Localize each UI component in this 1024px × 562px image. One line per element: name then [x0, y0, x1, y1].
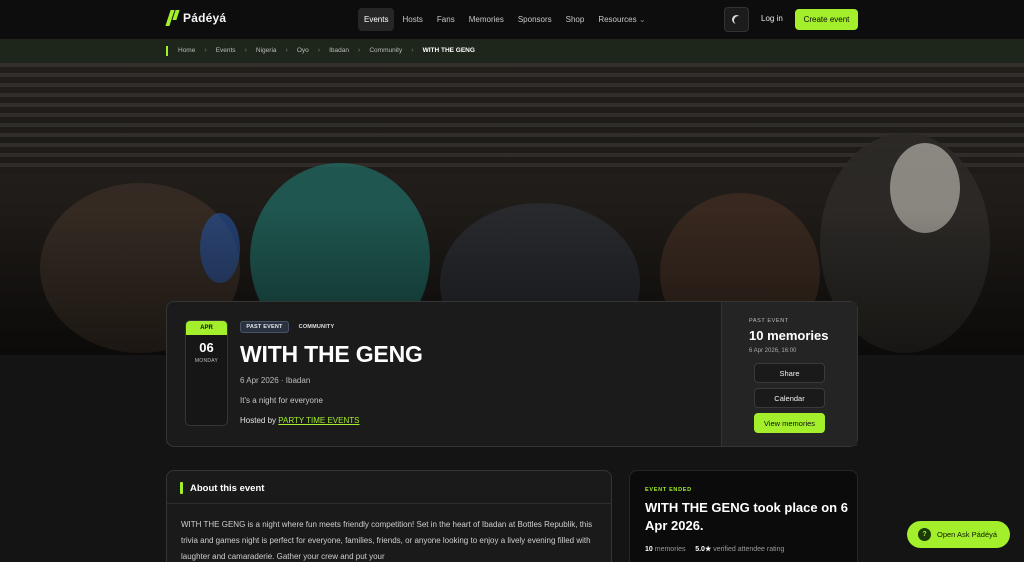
- breadcrumb-events[interactable]: Events: [216, 47, 236, 54]
- event-title: WITH THE GENG: [240, 341, 423, 367]
- chevron-right-icon: ›: [358, 47, 361, 54]
- nav-resources[interactable]: Resources ⌄: [592, 8, 651, 31]
- event-host: Hosted by PARTY TIME EVENTS: [240, 416, 359, 425]
- category-badge[interactable]: COMMUNITY: [294, 321, 339, 333]
- calendar-button[interactable]: Calendar: [754, 388, 825, 408]
- breadcrumb-city[interactable]: Ibadan: [329, 47, 349, 54]
- logo-text: Pádéyá: [183, 11, 227, 25]
- about-title: About this event: [190, 483, 265, 494]
- chevron-right-icon: ›: [204, 47, 207, 54]
- ended-title: WITH THE GENG took place on 6 Apr 2026.: [645, 500, 848, 533]
- help-icon: ?: [918, 528, 931, 541]
- about-body: WITH THE GENG is a night where fun meets…: [181, 520, 593, 561]
- ended-memories-count: 10: [645, 546, 653, 553]
- share-button[interactable]: Share: [754, 363, 825, 383]
- main-menu: Events Hosts Fans Memories Sponsors Shop…: [358, 8, 652, 31]
- date-badge: APR 06 MONDAY: [185, 320, 228, 426]
- nav-sponsors[interactable]: Sponsors: [512, 8, 558, 31]
- ended-memories-label: memories: [654, 546, 686, 553]
- view-memories-button[interactable]: View memories: [754, 413, 825, 433]
- chevron-down-icon: ⌄: [638, 15, 646, 24]
- ended-stats: 10 memories 5.0★ verified attendee ratin…: [645, 545, 784, 553]
- event-description: It's a night for everyone: [240, 396, 323, 405]
- breadcrumb-accent: [166, 46, 168, 56]
- logo[interactable]: Pádéyá: [165, 10, 227, 26]
- about-header: About this event: [167, 471, 611, 504]
- breadcrumb-state[interactable]: Oyo: [297, 47, 309, 54]
- nav-memories[interactable]: Memories: [463, 8, 510, 31]
- event-datetime: 6 Apr 2026, 16:00: [749, 348, 797, 354]
- nav-fans[interactable]: Fans: [431, 8, 461, 31]
- ended-rating-label: verified attendee rating: [713, 546, 785, 553]
- date-day: 06: [199, 340, 214, 355]
- breadcrumb-current: WITH THE GENG: [422, 47, 475, 54]
- nav-events[interactable]: Events: [358, 8, 395, 31]
- ended-label: EVENT ENDED: [645, 487, 692, 493]
- memories-count: 10 memories: [749, 328, 829, 343]
- breadcrumb-home[interactable]: Home: [178, 47, 195, 54]
- breadcrumb-category[interactable]: Community: [369, 47, 402, 54]
- chevron-right-icon: ›: [244, 47, 247, 54]
- side-status-label: PAST EVENT: [749, 318, 789, 324]
- ask-assistant-button[interactable]: ? Open Ask Pádéyá: [907, 521, 1010, 548]
- breadcrumb-bar: [0, 39, 1024, 63]
- chevron-right-icon: ›: [411, 47, 414, 54]
- host-link[interactable]: PARTY TIME EVENTS: [278, 416, 359, 425]
- nav-resources-label: Resources: [598, 15, 637, 24]
- top-nav: Pádéyá Events Hosts Fans Memories Sponso…: [0, 0, 1024, 39]
- chevron-right-icon: ›: [285, 47, 288, 54]
- date-weekday: MONDAY: [194, 358, 219, 364]
- about-section: About this event WITH THE GENG is a nigh…: [166, 470, 612, 562]
- nav-hosts[interactable]: Hosts: [396, 8, 428, 31]
- logo-icon: [165, 10, 180, 26]
- theme-toggle-button[interactable]: [724, 7, 749, 32]
- ask-label: Open Ask Pádéyá: [937, 530, 998, 539]
- breadcrumb: Home › Events › Nigeria › Oyo › Ibadan › Comm…: [178, 47, 475, 54]
- about-accent: [180, 482, 183, 494]
- chevron-right-icon: ›: [317, 47, 321, 54]
- past-event-badge: PAST EVENT: [240, 321, 289, 333]
- login-link[interactable]: Log in: [761, 14, 783, 23]
- hosted-by-label: Hosted by: [240, 416, 277, 425]
- create-event-button[interactable]: Create event: [795, 9, 858, 30]
- date-month: APR: [186, 321, 227, 335]
- ended-rating: 5.0★: [695, 546, 712, 553]
- event-ended-card: EVENT ENDED WITH THE GENG took place on …: [629, 470, 858, 562]
- breadcrumb-country[interactable]: Nigeria: [256, 47, 277, 54]
- nav-shop[interactable]: Shop: [560, 8, 591, 31]
- event-meta: 6 Apr 2026 · Ibadan: [240, 376, 311, 385]
- moon-icon: [734, 16, 743, 25]
